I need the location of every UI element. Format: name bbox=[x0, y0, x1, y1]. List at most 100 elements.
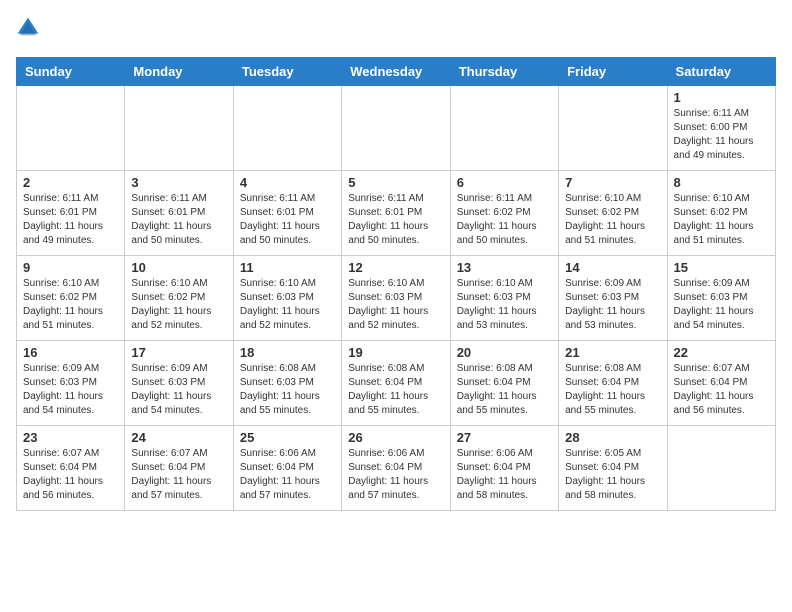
calendar-table: SundayMondayTuesdayWednesdayThursdayFrid… bbox=[16, 57, 776, 511]
calendar-cell: 16Sunrise: 6:09 AM Sunset: 6:03 PM Dayli… bbox=[17, 341, 125, 426]
day-number: 9 bbox=[23, 260, 118, 275]
day-info: Sunrise: 6:10 AM Sunset: 6:03 PM Dayligh… bbox=[348, 277, 443, 333]
calendar-cell: 10 Sunrise: 6:10 AM Sunset: 6:02 PM Dayli… bbox=[125, 256, 233, 341]
calendar-cell bbox=[667, 426, 775, 511]
day-number: 17 bbox=[131, 345, 226, 360]
calendar-cell bbox=[17, 86, 125, 171]
calendar-cell: 7 Sunrise: 6:10 AM Sunset: 6:02 PM Daylig… bbox=[559, 171, 667, 256]
day-number: 25 bbox=[240, 430, 335, 445]
calendar-cell: 12 Sunrise: 6:10 AM Sunset: 6:03 PM Dayli… bbox=[342, 256, 450, 341]
day-number: 13 bbox=[457, 260, 552, 275]
day-number: 6 bbox=[457, 175, 552, 190]
day-number: 1 bbox=[674, 90, 769, 105]
calendar-cell: 26Sunrise: 6:06 AM Sunset: 6:04 PM Dayli… bbox=[342, 426, 450, 511]
calendar-cell bbox=[450, 86, 558, 171]
calendar-week-4: 16 Sunrise: 6:09 AM Sunset: 6:03 PM Dayli… bbox=[17, 341, 776, 426]
calendar-cell: 5 Sunrise: 6:11 AM Sunset: 6:01 PM Daylig… bbox=[342, 171, 450, 256]
calendar-week-5: 23 Sunrise: 6:07 AM Sunset: 6:04 PM Dayli… bbox=[17, 426, 776, 511]
calendar-cell: 18 Sunrise: 6:08 AM Sunset: 6:03 PM Dayli… bbox=[233, 341, 341, 426]
calendar-cell: 3 Sunrise: 6:11 AM Sunset: 6:01 PM Daylig… bbox=[125, 171, 233, 256]
column-header-sunday: Sunday bbox=[17, 58, 125, 86]
calendar-cell bbox=[559, 86, 667, 171]
day-info: Sunrise: 6:10 AM Sunset: 6:03 PM Dayligh… bbox=[457, 277, 552, 333]
calendar-cell: 9Sunrise: 6:10 AM Sunset: 6:02 PM Daylig… bbox=[17, 256, 125, 341]
page-header bbox=[16, 16, 776, 45]
day-info: Sunrise: 6:11 AM Sunset: 6:00 PM Dayligh… bbox=[674, 107, 769, 163]
day-number: 4 bbox=[240, 175, 335, 190]
day-number: 24 bbox=[131, 430, 226, 445]
day-info: Sunrise: 6:09 AM Sunset: 6:03 PM Dayligh… bbox=[565, 277, 660, 333]
calendar-cell: 13 Sunrise: 6:10 AM Sunset: 6:03 PM Dayli… bbox=[450, 256, 558, 341]
day-info: Sunrise: 6:10 AM Sunset: 6:02 PM Dayligh… bbox=[131, 277, 226, 333]
calendar-cell: 6 Sunrise: 6:11 AM Sunset: 6:02 PM Daylig… bbox=[450, 171, 558, 256]
day-info: Sunrise: 6:07 AM Sunset: 6:04 PM Dayligh… bbox=[674, 362, 769, 418]
day-number: 28 bbox=[565, 430, 660, 445]
day-info: Sunrise: 6:11 AM Sunset: 6:01 PM Dayligh… bbox=[23, 192, 118, 248]
day-number: 3 bbox=[131, 175, 226, 190]
calendar-cell: 11 Sunrise: 6:10 AM Sunset: 6:03 PM Dayli… bbox=[233, 256, 341, 341]
day-info: Sunrise: 6:11 AM Sunset: 6:01 PM Dayligh… bbox=[348, 192, 443, 248]
day-number: 18 bbox=[240, 345, 335, 360]
calendar-cell: 14 Sunrise: 6:09 AM Sunset: 6:03 PM Dayli… bbox=[559, 256, 667, 341]
calendar-cell bbox=[342, 86, 450, 171]
day-number: 2 bbox=[23, 175, 118, 190]
day-number: 11 bbox=[240, 260, 335, 275]
day-number: 23 bbox=[23, 430, 118, 445]
day-number: 19 bbox=[348, 345, 443, 360]
day-info: Sunrise: 6:08 AM Sunset: 6:04 PM Dayligh… bbox=[348, 362, 443, 418]
calendar-cell: 15 Sunrise: 6:09 AM Sunset: 6:03 PM Dayli… bbox=[667, 256, 775, 341]
day-info: Sunrise: 6:11 AM Sunset: 6:02 PM Dayligh… bbox=[457, 192, 552, 248]
column-header-wednesday: Wednesday bbox=[342, 58, 450, 86]
day-number: 5 bbox=[348, 175, 443, 190]
calendar-cell: 2 Sunrise: 6:11 AM Sunset: 6:01 PM Daylig… bbox=[17, 171, 125, 256]
day-info: Sunrise: 6:06 AM Sunset: 6:04 PM Dayligh… bbox=[457, 447, 552, 503]
calendar-cell: 19 Sunrise: 6:08 AM Sunset: 6:04 PM Dayli… bbox=[342, 341, 450, 426]
day-number: 20 bbox=[457, 345, 552, 360]
calendar-cell: 23Sunrise: 6:07 AM Sunset: 6:04 PM Dayli… bbox=[17, 426, 125, 511]
calendar-cell: 21 Sunrise: 6:08 AM Sunset: 6:04 PM Dayli… bbox=[559, 341, 667, 426]
day-info: Sunrise: 6:05 AM Sunset: 6:04 PM Dayligh… bbox=[565, 447, 660, 503]
calendar-cell: 8 Sunrise: 6:10 AM Sunset: 6:02 PM Daylig… bbox=[667, 171, 775, 256]
day-number: 27 bbox=[457, 430, 552, 445]
column-header-tuesday: Tuesday bbox=[233, 58, 341, 86]
day-info: Sunrise: 6:11 AM Sunset: 6:01 PM Dayligh… bbox=[131, 192, 226, 248]
day-number: 14 bbox=[565, 260, 660, 275]
day-info: Sunrise: 6:06 AM Sunset: 6:04 PM Dayligh… bbox=[240, 447, 335, 503]
calendar-cell: 25 Sunrise: 6:06 AM Sunset: 6:04 PM Dayli… bbox=[233, 426, 341, 511]
day-info: Sunrise: 6:09 AM Sunset: 6:03 PM Dayligh… bbox=[131, 362, 226, 418]
day-info: Sunrise: 6:10 AM Sunset: 6:02 PM Dayligh… bbox=[565, 192, 660, 248]
calendar-week-1: 1 Sunrise: 6:11 AM Sunset: 6:00 PM Daylig… bbox=[17, 86, 776, 171]
day-number: 22 bbox=[674, 345, 769, 360]
day-number: 15 bbox=[674, 260, 769, 275]
day-info: Sunrise: 6:07 AM Sunset: 6:04 PM Dayligh… bbox=[131, 447, 226, 503]
calendar-week-2: 2 Sunrise: 6:11 AM Sunset: 6:01 PM Daylig… bbox=[17, 171, 776, 256]
column-header-monday: Monday bbox=[125, 58, 233, 86]
calendar-cell: 22 Sunrise: 6:07 AM Sunset: 6:04 PM Dayli… bbox=[667, 341, 775, 426]
calendar-cell: 17 Sunrise: 6:09 AM Sunset: 6:03 PM Dayli… bbox=[125, 341, 233, 426]
logo-icon bbox=[16, 16, 40, 40]
calendar-cell bbox=[125, 86, 233, 171]
day-info: Sunrise: 6:10 AM Sunset: 6:02 PM Dayligh… bbox=[674, 192, 769, 248]
day-number: 16 bbox=[23, 345, 118, 360]
day-info: Sunrise: 6:08 AM Sunset: 6:04 PM Dayligh… bbox=[457, 362, 552, 418]
calendar-cell: 20 Sunrise: 6:08 AM Sunset: 6:04 PM Dayli… bbox=[450, 341, 558, 426]
calendar-header-row: SundayMondayTuesdayWednesdayThursdayFrid… bbox=[17, 58, 776, 86]
day-number: 8 bbox=[674, 175, 769, 190]
day-number: 21 bbox=[565, 345, 660, 360]
day-info: Sunrise: 6:08 AM Sunset: 6:04 PM Dayligh… bbox=[565, 362, 660, 418]
day-info: Sunrise: 6:11 AM Sunset: 6:01 PM Dayligh… bbox=[240, 192, 335, 248]
day-number: 26 bbox=[348, 430, 443, 445]
column-header-saturday: Saturday bbox=[667, 58, 775, 86]
day-info: Sunrise: 6:09 AM Sunset: 6:03 PM Dayligh… bbox=[674, 277, 769, 333]
logo bbox=[16, 16, 44, 45]
day-number: 10 bbox=[131, 260, 226, 275]
day-info: Sunrise: 6:10 AM Sunset: 6:03 PM Dayligh… bbox=[240, 277, 335, 333]
calendar-cell: 27 Sunrise: 6:06 AM Sunset: 6:04 PM Dayli… bbox=[450, 426, 558, 511]
calendar-cell: 1 Sunrise: 6:11 AM Sunset: 6:00 PM Daylig… bbox=[667, 86, 775, 171]
day-number: 12 bbox=[348, 260, 443, 275]
day-number: 7 bbox=[565, 175, 660, 190]
calendar-week-3: 9 Sunrise: 6:10 AM Sunset: 6:02 PM Daylig… bbox=[17, 256, 776, 341]
calendar-cell: 28 Sunrise: 6:05 AM Sunset: 6:04 PM Dayli… bbox=[559, 426, 667, 511]
day-info: Sunrise: 6:08 AM Sunset: 6:03 PM Dayligh… bbox=[240, 362, 335, 418]
calendar-cell: 24 Sunrise: 6:07 AM Sunset: 6:04 PM Dayli… bbox=[125, 426, 233, 511]
